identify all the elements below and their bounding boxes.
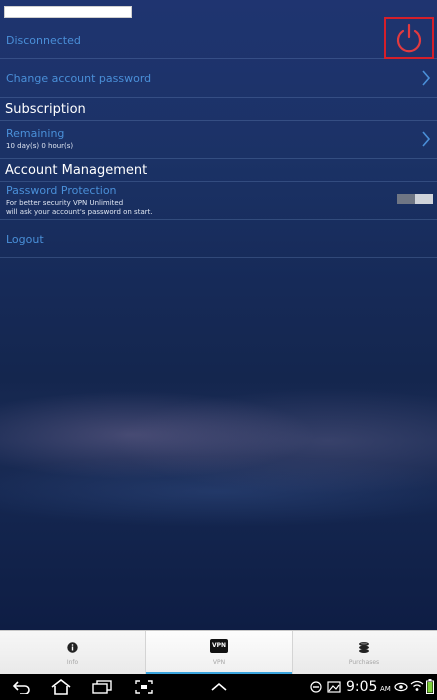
password-protection-desc-2: will ask your account's password on star… (6, 208, 153, 216)
top-bar (0, 0, 437, 20)
account-heading: Account Management (5, 163, 148, 178)
change-password-label: Change account password (6, 72, 152, 85)
tab-purchases-label: Purchases (348, 659, 380, 666)
subscription-heading: Subscription (5, 102, 86, 117)
system-nav-bar: 9:05 AM (0, 674, 437, 700)
vpn-icon: VPN (210, 639, 228, 653)
toggle-off-segment (397, 194, 415, 204)
remaining-row[interactable]: Remaining 10 day(s) 0 hour(s) (0, 121, 437, 159)
minus-circle-icon (310, 681, 322, 693)
coins-icon (359, 642, 369, 653)
eye-icon (394, 682, 408, 692)
logout-row[interactable]: Logout (0, 220, 437, 258)
image-icon (327, 681, 341, 693)
password-protection-toggle[interactable] (397, 194, 433, 204)
app-screen: Disconnected Change account password Sub… (0, 0, 437, 630)
remaining-label: Remaining (6, 127, 65, 140)
back-icon[interactable] (12, 680, 32, 694)
screenshot-icon[interactable] (135, 680, 153, 694)
chevron-up-icon[interactable] (210, 682, 228, 692)
battery-icon (426, 679, 434, 694)
info-icon (67, 642, 78, 653)
toggle-on-segment (415, 194, 433, 204)
change-password-row[interactable]: Change account password (0, 59, 437, 98)
tab-info-label: Info (66, 659, 79, 666)
password-protection-desc-1: For better security VPN Unlimited (6, 199, 124, 207)
home-icon[interactable] (50, 679, 72, 695)
clock-time: 9:05 (346, 679, 378, 695)
logout-label: Logout (6, 233, 44, 246)
tab-purchases[interactable]: Purchases (291, 631, 437, 675)
subscription-header: Subscription (0, 98, 437, 121)
password-protection-row: Password Protection For better security … (0, 182, 437, 220)
connection-status: Disconnected (6, 34, 81, 47)
chevron-right-icon (422, 70, 431, 86)
wifi-icon (410, 680, 424, 691)
account-header: Account Management (0, 159, 437, 182)
tab-vpn-label: VPN (212, 659, 226, 666)
chevron-right-icon (422, 131, 431, 147)
connection-row[interactable]: Disconnected (0, 20, 437, 59)
title-placeholder (4, 6, 132, 18)
remaining-value: 10 day(s) 0 hour(s) (6, 142, 74, 150)
password-protection-label: Password Protection (6, 184, 117, 197)
clock-ampm: AM (380, 685, 391, 693)
tab-info[interactable]: Info (0, 631, 145, 675)
power-icon (396, 23, 422, 53)
tab-vpn[interactable]: VPN VPN (145, 631, 293, 675)
bottom-tab-bar: Info VPN VPN Purchases (0, 630, 437, 675)
recent-apps-icon[interactable] (92, 680, 112, 694)
power-button[interactable] (384, 17, 434, 59)
